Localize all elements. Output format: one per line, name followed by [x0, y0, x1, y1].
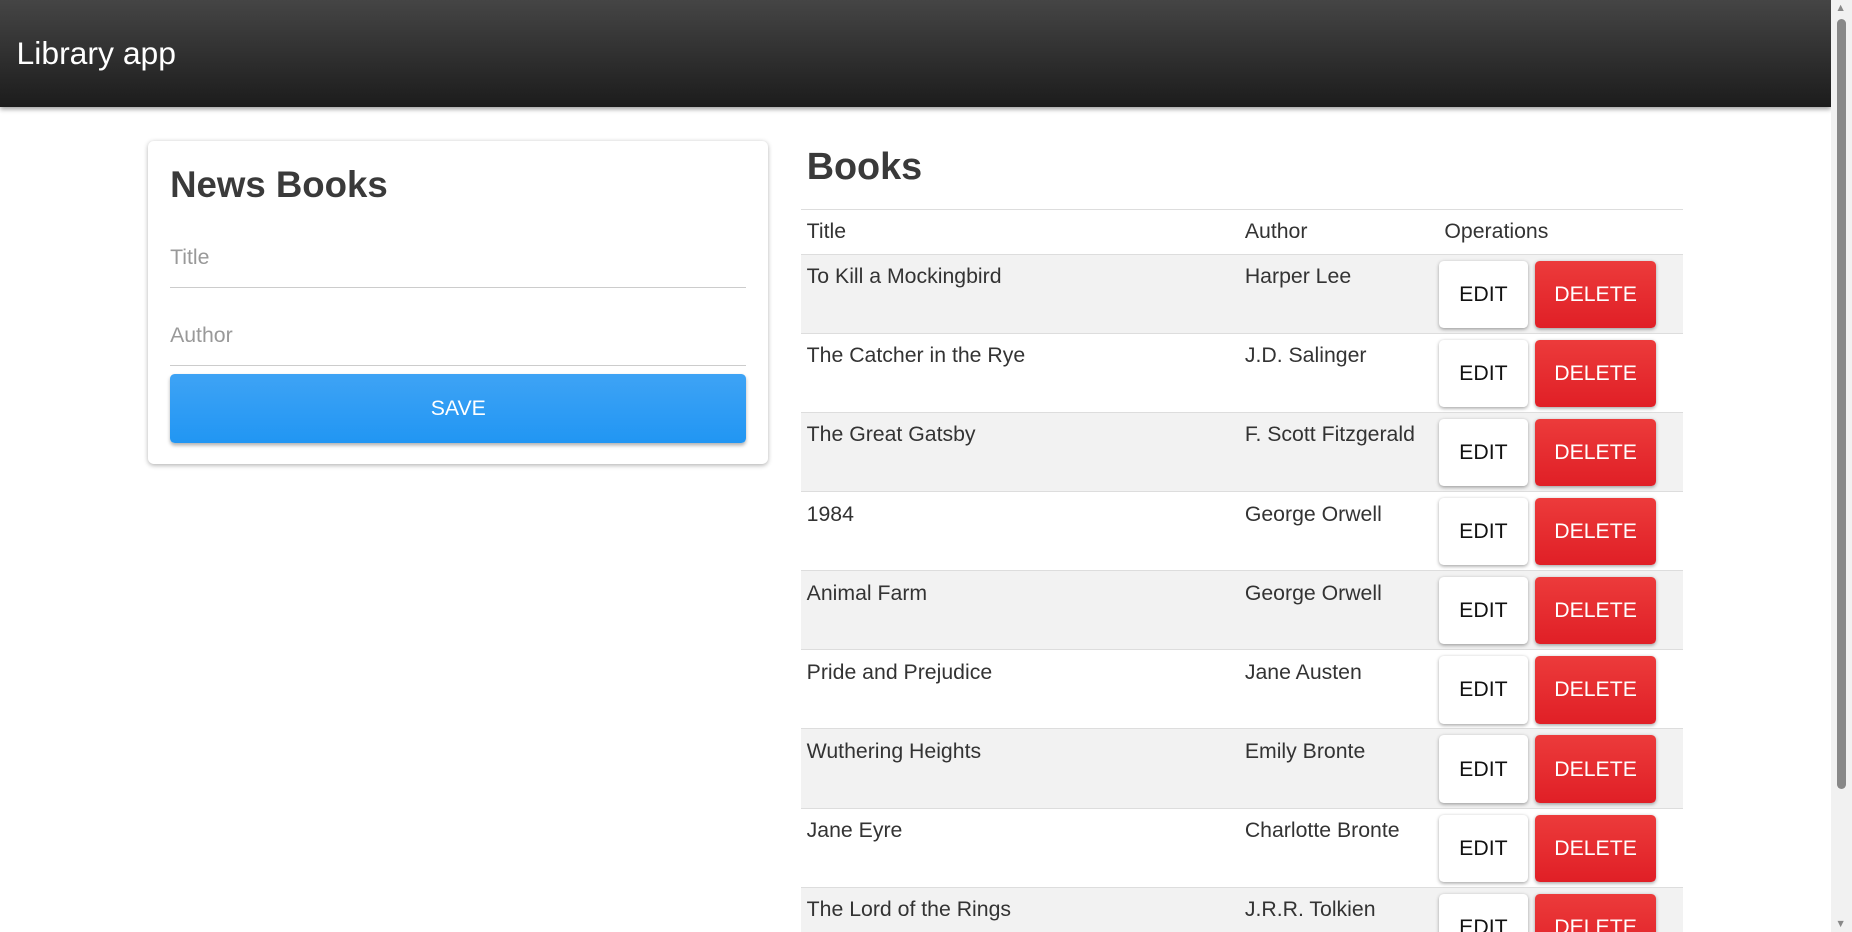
table-row: The Catcher in the Rye J.D. Salinger EDIT D… — [800, 333, 1684, 413]
author-input[interactable] — [170, 305, 747, 366]
table-row: 1984 George Orwell EDIT DELETE — [800, 491, 1684, 572]
table-row: The Great Gatsby F. Scott Fitzgerald EDIT D… — [800, 412, 1684, 493]
table-row: Pride and Prejudice Jane Austen EDIT DELETE — [800, 649, 1684, 730]
book-title: To Kill a Mockingbird — [800, 254, 1239, 334]
app-header: Library app — [0, 0, 1831, 108]
book-title: The Lord of the Rings — [800, 887, 1239, 932]
operations-cell: EDIT DELETE — [1438, 333, 1684, 413]
book-title: The Great Gatsby — [800, 412, 1239, 493]
edit-button[interactable]: EDIT — [1438, 656, 1529, 724]
operations-cell: EDIT DELETE — [1438, 570, 1684, 651]
operations-cell: EDIT DELETE — [1438, 728, 1684, 809]
table-row: To Kill a Mockingbird Harper Lee EDIT DELET… — [800, 254, 1684, 334]
books-table: Title Author Operations To Kill a Mockin… — [800, 209, 1684, 932]
book-title: The Catcher in the Rye — [800, 333, 1239, 413]
operations-cell: EDIT DELETE — [1438, 254, 1684, 334]
app-title: Library app — [16, 35, 176, 72]
operations-cell: EDIT DELETE — [1438, 412, 1684, 493]
book-title: Animal Farm — [800, 570, 1239, 651]
edit-button[interactable]: EDIT — [1438, 498, 1529, 566]
edit-button[interactable]: EDIT — [1438, 260, 1529, 328]
book-title: Wuthering Heights — [800, 728, 1239, 809]
new-book-form: News Books SAVE — [147, 140, 768, 465]
book-author: George Orwell — [1238, 570, 1439, 651]
operations-cell: EDIT DELETE — [1438, 887, 1684, 932]
books-heading: Books — [806, 146, 923, 189]
book-title: Pride and Prejudice — [800, 649, 1239, 730]
book-author: George Orwell — [1238, 491, 1439, 572]
table-row: Wuthering Heights Emily Bronte EDIT DELETE — [800, 728, 1684, 809]
book-author: Emily Bronte — [1238, 728, 1439, 809]
book-title: 1984 — [800, 491, 1239, 572]
scroll-up-icon[interactable]: ▲ — [1835, 2, 1846, 14]
table-row: Jane Eyre Charlotte Bronte EDIT DELETE — [800, 808, 1684, 888]
book-author: Charlotte Bronte — [1238, 808, 1439, 888]
delete-button[interactable]: DELETE — [1535, 893, 1656, 932]
delete-button[interactable]: DELETE — [1535, 260, 1656, 328]
scroll-down-icon[interactable]: ▼ — [1835, 918, 1846, 930]
operations-cell: EDIT DELETE — [1438, 491, 1684, 572]
delete-button[interactable]: DELETE — [1535, 498, 1656, 566]
edit-button[interactable]: EDIT — [1438, 893, 1529, 932]
delete-button[interactable]: DELETE — [1535, 735, 1656, 803]
delete-button[interactable]: DELETE — [1535, 577, 1656, 645]
column-header-operations: Operations — [1438, 209, 1684, 255]
edit-button[interactable]: EDIT — [1438, 735, 1529, 803]
form-heading: News Books — [170, 164, 388, 206]
operations-cell: EDIT DELETE — [1438, 649, 1684, 730]
edit-button[interactable]: EDIT — [1438, 577, 1529, 645]
table-row: Animal Farm George Orwell EDIT DELETE — [800, 570, 1684, 651]
book-author: J.R.R. Tolkien — [1238, 887, 1439, 932]
table-row: The Lord of the Rings J.R.R. Tolkien EDIT D… — [800, 887, 1684, 932]
book-author: J.D. Salinger — [1238, 333, 1439, 413]
scrollbar-thumb[interactable] — [1836, 18, 1847, 789]
edit-button[interactable]: EDIT — [1438, 418, 1529, 487]
edit-button[interactable]: EDIT — [1438, 814, 1529, 882]
title-input[interactable] — [170, 227, 747, 288]
operations-cell: EDIT DELETE — [1438, 808, 1684, 888]
column-header-title: Title — [800, 209, 1239, 255]
book-author: F. Scott Fitzgerald — [1238, 412, 1439, 493]
book-author: Harper Lee — [1238, 254, 1439, 334]
delete-button[interactable]: DELETE — [1535, 656, 1656, 724]
delete-button[interactable]: DELETE — [1535, 814, 1656, 882]
delete-button[interactable]: DELETE — [1535, 418, 1656, 487]
book-title: Jane Eyre — [800, 808, 1239, 888]
delete-button[interactable]: DELETE — [1535, 339, 1656, 408]
edit-button[interactable]: EDIT — [1438, 339, 1529, 408]
book-author: Jane Austen — [1238, 649, 1439, 730]
save-button[interactable]: SAVE — [170, 374, 747, 443]
column-header-author: Author — [1238, 209, 1439, 255]
scrollbar[interactable]: ▲ ▼ — [1830, 0, 1852, 932]
